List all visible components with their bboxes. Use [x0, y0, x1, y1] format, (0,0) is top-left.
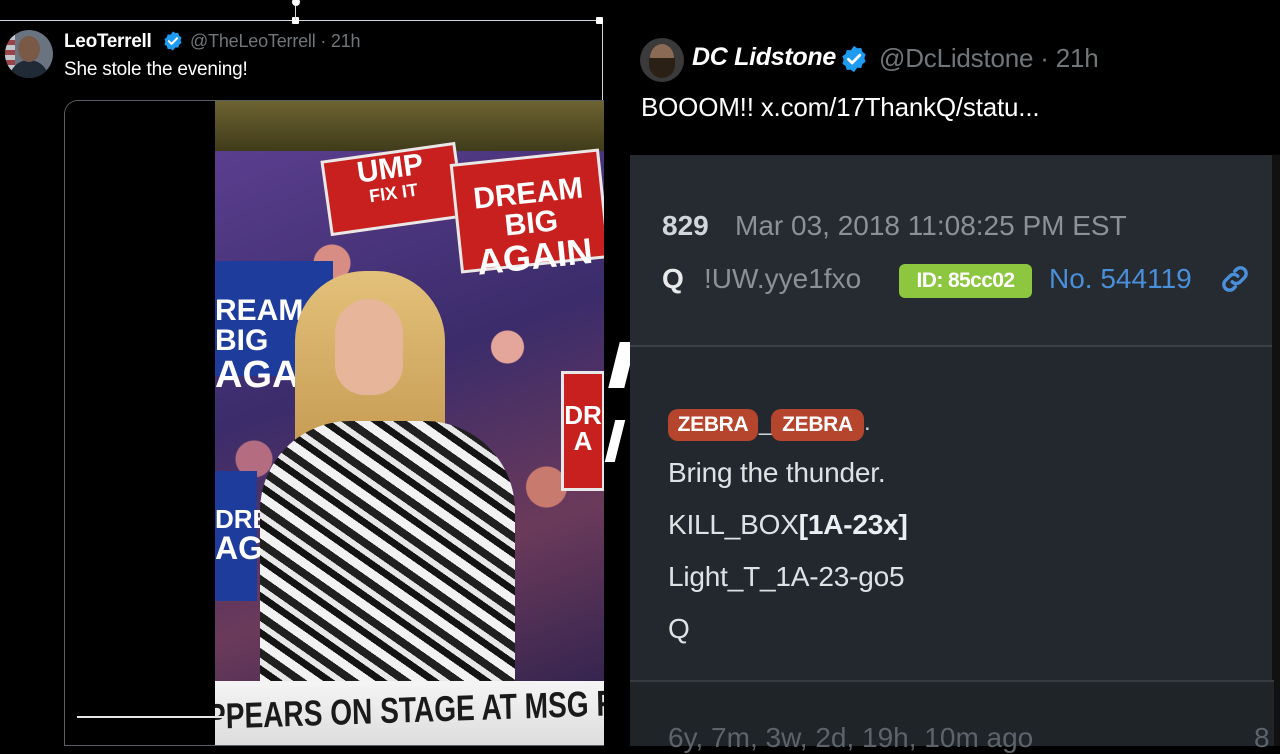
avatar[interactable] [5, 30, 53, 78]
q-post-header [630, 155, 1274, 347]
post-line: KILL_BOX[1A-23x] [668, 509, 908, 540]
video-progress-line[interactable] [77, 716, 227, 718]
link-icon[interactable] [1218, 262, 1252, 296]
author-name[interactable]: LeoTerrell [64, 31, 152, 53]
q-post-card [630, 155, 1274, 746]
zebra-tag: ZEBRA [771, 409, 864, 441]
video-letterbox [65, 101, 215, 745]
video-frame[interactable]: UMP FIX IT DREAM BIG AGAIN REAM BIG AGAI… [215, 101, 604, 745]
handle-time[interactable]: @TheLeoTerrell · 21h [190, 31, 361, 52]
zebra-tag: ZEBRA [668, 409, 758, 441]
person [260, 271, 515, 721]
post-date: Mar 03, 2018 11:08:25 PM EST [735, 210, 1127, 241]
verified-badge-icon [842, 45, 866, 73]
post-no-link[interactable]: No. 544119 [1049, 263, 1192, 295]
rotation-line [295, 4, 296, 20]
tweet-text[interactable]: BOOOM!! x.com/17ThankQ/statu... [641, 92, 1040, 123]
tripcode: !UW.yye1fxo [704, 263, 862, 294]
post-line: Bring the thunder. [668, 457, 886, 488]
time-ago: 6y, 7m, 3w, 2d, 19h, 10m ago [668, 722, 1034, 753]
sign: DRE AG [215, 471, 270, 601]
sign: DR A [561, 371, 604, 491]
verified-badge-icon [164, 31, 182, 51]
post-number: 829 [662, 210, 709, 241]
author-name[interactable]: DC Lidstone [692, 43, 836, 72]
rotation-handle[interactable] [292, 0, 300, 6]
edge [1272, 155, 1280, 746]
id-badge: ID: 85cc02 [899, 264, 1032, 298]
handle-time[interactable]: @DcLidstone · 21h [879, 43, 1099, 74]
right-tweet-header [604, 0, 1280, 155]
post-signature: Q [668, 613, 690, 644]
post-line: Light_T_1A-23-go5 [668, 561, 905, 592]
left-tweet: LeoTerrell @TheLeoTerrell · 21h She stol… [0, 0, 604, 746]
tweet-text: She stole the evening! [64, 59, 248, 80]
avatar[interactable] [640, 38, 684, 82]
video-player[interactable]: UMP FIX IT DREAM BIG AGAIN REAM BIG AGAI… [64, 100, 604, 746]
time-ago-count: 8 [1254, 722, 1270, 753]
sign: DREAM BIG AGAIN [449, 148, 604, 283]
post-author: Q [662, 263, 684, 294]
selection-handle[interactable] [596, 17, 603, 24]
tag-suffix: . [864, 409, 871, 436]
